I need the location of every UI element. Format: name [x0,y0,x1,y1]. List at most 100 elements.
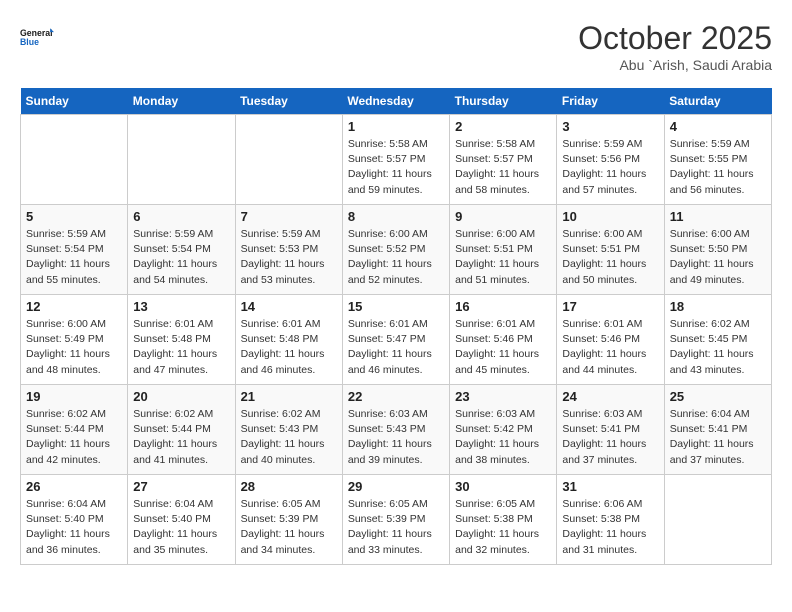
week-row-2: 5 Sunrise: 5:59 AMSunset: 5:54 PMDaylight… [21,205,772,295]
day-info: Sunrise: 6:02 AMSunset: 5:44 PMDaylight:… [26,407,122,468]
week-row-5: 26 Sunrise: 6:04 AMSunset: 5:40 PMDayligh… [21,475,772,565]
day-info: Sunrise: 6:00 AMSunset: 5:52 PMDaylight:… [348,227,444,288]
location-subtitle: Abu `Arish, Saudi Arabia [578,57,772,73]
day-info: Sunrise: 6:00 AMSunset: 5:50 PMDaylight:… [670,227,766,288]
day-number: 15 [348,299,444,314]
page-header: General Blue October 2025 Abu `Arish, Sa… [20,20,772,73]
day-cell [664,475,771,565]
day-info: Sunrise: 5:59 AMSunset: 5:53 PMDaylight:… [241,227,337,288]
day-cell: 21 Sunrise: 6:02 AMSunset: 5:43 PMDayligh… [235,385,342,475]
day-number: 18 [670,299,766,314]
logo: General Blue [20,20,54,54]
day-cell: 29 Sunrise: 6:05 AMSunset: 5:39 PMDayligh… [342,475,449,565]
day-number: 31 [562,479,658,494]
day-info: Sunrise: 5:58 AMSunset: 5:57 PMDaylight:… [348,137,444,198]
day-cell: 3 Sunrise: 5:59 AMSunset: 5:56 PMDaylight… [557,115,664,205]
header-friday: Friday [557,88,664,115]
header-row: SundayMondayTuesdayWednesdayThursdayFrid… [21,88,772,115]
day-info: Sunrise: 6:04 AMSunset: 5:40 PMDaylight:… [26,497,122,558]
day-number: 7 [241,209,337,224]
day-number: 24 [562,389,658,404]
day-info: Sunrise: 6:06 AMSunset: 5:38 PMDaylight:… [562,497,658,558]
day-number: 5 [26,209,122,224]
day-cell: 9 Sunrise: 6:00 AMSunset: 5:51 PMDaylight… [450,205,557,295]
day-info: Sunrise: 6:00 AMSunset: 5:51 PMDaylight:… [455,227,551,288]
day-info: Sunrise: 6:02 AMSunset: 5:43 PMDaylight:… [241,407,337,468]
day-cell: 16 Sunrise: 6:01 AMSunset: 5:46 PMDayligh… [450,295,557,385]
day-number: 2 [455,119,551,134]
title-area: October 2025 Abu `Arish, Saudi Arabia [578,20,772,73]
day-cell: 18 Sunrise: 6:02 AMSunset: 5:45 PMDayligh… [664,295,771,385]
day-info: Sunrise: 6:03 AMSunset: 5:42 PMDaylight:… [455,407,551,468]
day-number: 11 [670,209,766,224]
day-info: Sunrise: 5:59 AMSunset: 5:54 PMDaylight:… [26,227,122,288]
header-wednesday: Wednesday [342,88,449,115]
day-cell: 10Sunrise: 6:00 AMSunset: 5:51 PMDayligh… [557,205,664,295]
day-info: Sunrise: 5:59 AMSunset: 5:55 PMDaylight:… [670,137,766,198]
day-number: 29 [348,479,444,494]
day-info: Sunrise: 6:04 AMSunset: 5:40 PMDaylight:… [133,497,229,558]
day-cell: 2 Sunrise: 5:58 AMSunset: 5:57 PMDaylight… [450,115,557,205]
day-info: Sunrise: 6:00 AMSunset: 5:49 PMDaylight:… [26,317,122,378]
day-number: 12 [26,299,122,314]
day-number: 6 [133,209,229,224]
day-info: Sunrise: 6:01 AMSunset: 5:47 PMDaylight:… [348,317,444,378]
day-cell: 1Sunrise: 5:58 AMSunset: 5:57 PMDaylight… [342,115,449,205]
day-cell: 15 Sunrise: 6:01 AMSunset: 5:47 PMDayligh… [342,295,449,385]
day-number: 22 [348,389,444,404]
day-number: 26 [26,479,122,494]
day-cell: 6Sunrise: 5:59 AMSunset: 5:54 PMDaylight… [128,205,235,295]
day-cell: 28 Sunrise: 6:05 AMSunset: 5:39 PMDayligh… [235,475,342,565]
day-number: 25 [670,389,766,404]
day-cell [235,115,342,205]
day-info: Sunrise: 6:01 AMSunset: 5:46 PMDaylight:… [455,317,551,378]
day-info: Sunrise: 5:59 AMSunset: 5:56 PMDaylight:… [562,137,658,198]
day-number: 13 [133,299,229,314]
day-info: Sunrise: 6:01 AMSunset: 5:48 PMDaylight:… [133,317,229,378]
header-tuesday: Tuesday [235,88,342,115]
svg-text:Blue: Blue [20,37,39,47]
day-number: 9 [455,209,551,224]
day-cell: 13 Sunrise: 6:01 AMSunset: 5:48 PMDayligh… [128,295,235,385]
header-thursday: Thursday [450,88,557,115]
day-cell: 30Sunrise: 6:05 AMSunset: 5:38 PMDayligh… [450,475,557,565]
day-number: 27 [133,479,229,494]
day-info: Sunrise: 6:05 AMSunset: 5:39 PMDaylight:… [348,497,444,558]
day-info: Sunrise: 6:02 AMSunset: 5:45 PMDaylight:… [670,317,766,378]
day-cell: 25Sunrise: 6:04 AMSunset: 5:41 PMDayligh… [664,385,771,475]
day-cell: 23 Sunrise: 6:03 AMSunset: 5:42 PMDayligh… [450,385,557,475]
day-number: 8 [348,209,444,224]
day-cell [21,115,128,205]
day-cell: 20 Sunrise: 6:02 AMSunset: 5:44 PMDayligh… [128,385,235,475]
week-row-4: 19 Sunrise: 6:02 AMSunset: 5:44 PMDayligh… [21,385,772,475]
day-cell [128,115,235,205]
day-info: Sunrise: 6:05 AMSunset: 5:38 PMDaylight:… [455,497,551,558]
day-cell: 11 Sunrise: 6:00 AMSunset: 5:50 PMDayligh… [664,205,771,295]
day-number: 16 [455,299,551,314]
day-cell: 8 Sunrise: 6:00 AMSunset: 5:52 PMDaylight… [342,205,449,295]
day-cell: 19 Sunrise: 6:02 AMSunset: 5:44 PMDayligh… [21,385,128,475]
day-cell: 4 Sunrise: 5:59 AMSunset: 5:55 PMDaylight… [664,115,771,205]
month-title: October 2025 [578,20,772,57]
day-number: 21 [241,389,337,404]
day-info: Sunrise: 6:01 AMSunset: 5:48 PMDaylight:… [241,317,337,378]
day-number: 28 [241,479,337,494]
day-cell: 26 Sunrise: 6:04 AMSunset: 5:40 PMDayligh… [21,475,128,565]
day-cell: 7 Sunrise: 5:59 AMSunset: 5:53 PMDaylight… [235,205,342,295]
day-number: 4 [670,119,766,134]
day-info: Sunrise: 6:02 AMSunset: 5:44 PMDaylight:… [133,407,229,468]
day-cell: 27 Sunrise: 6:04 AMSunset: 5:40 PMDayligh… [128,475,235,565]
day-info: Sunrise: 5:58 AMSunset: 5:57 PMDaylight:… [455,137,551,198]
day-number: 23 [455,389,551,404]
day-info: Sunrise: 6:00 AMSunset: 5:51 PMDaylight:… [562,227,658,288]
calendar-table: SundayMondayTuesdayWednesdayThursdayFrid… [20,88,772,565]
day-info: Sunrise: 6:05 AMSunset: 5:39 PMDaylight:… [241,497,337,558]
day-number: 3 [562,119,658,134]
day-cell: 17Sunrise: 6:01 AMSunset: 5:46 PMDayligh… [557,295,664,385]
day-number: 20 [133,389,229,404]
logo-icon: General Blue [20,20,54,54]
header-sunday: Sunday [21,88,128,115]
day-cell: 31 Sunrise: 6:06 AMSunset: 5:38 PMDayligh… [557,475,664,565]
day-cell: 22Sunrise: 6:03 AMSunset: 5:43 PMDayligh… [342,385,449,475]
day-number: 19 [26,389,122,404]
